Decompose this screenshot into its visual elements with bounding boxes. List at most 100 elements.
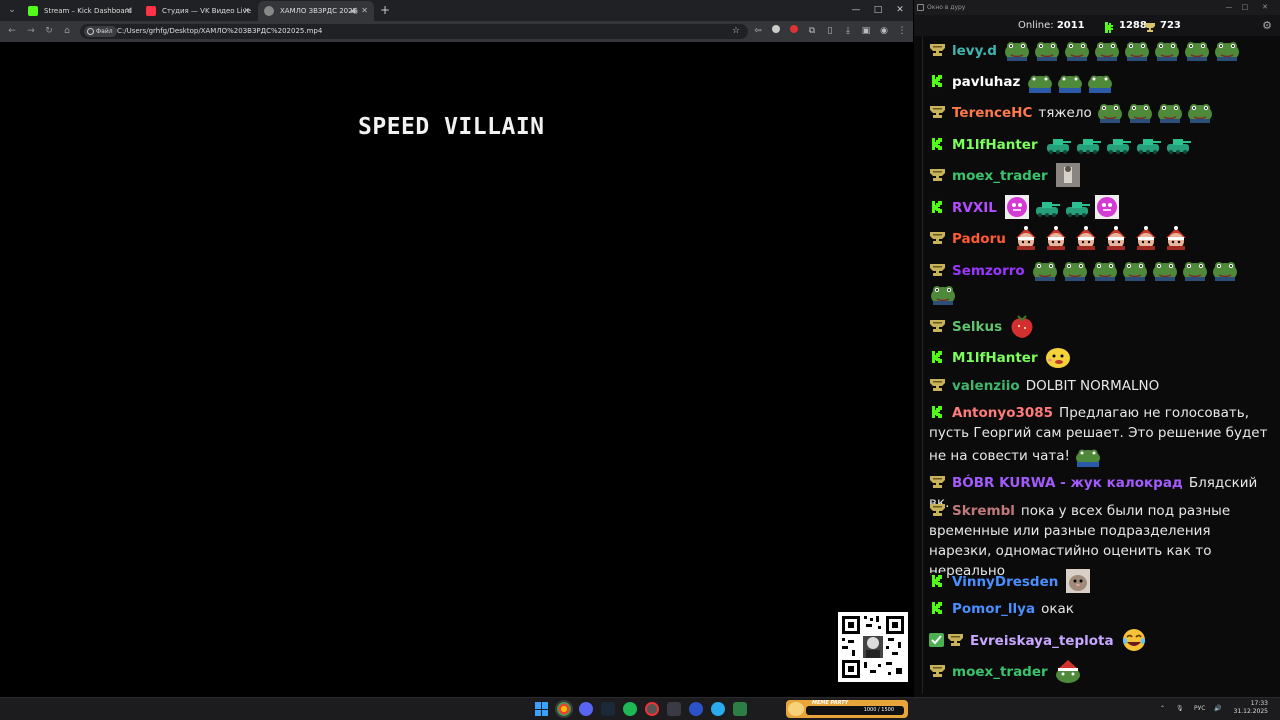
- chat-username[interactable]: VinnyDresden: [952, 574, 1058, 590]
- trovo-badge-icon: [929, 377, 946, 393]
- kick-icon: [1105, 20, 1115, 33]
- address-bar[interactable]: Файл C:/Users/grhfg/Desktop/ХАМЛО%20ЗВЗР…: [80, 24, 748, 39]
- taskbar: MEME PARTY 1000 / 1500 ⌃ 🎙 РУС 🔊 17:33 3…: [0, 697, 1280, 720]
- maximize-icon[interactable]: □: [868, 2, 888, 18]
- tank-emote-icon: [1164, 132, 1192, 156]
- tray-chevron-icon[interactable]: ⌃: [1160, 698, 1165, 720]
- chat-message-list[interactable]: levy.d pavluhaz TerenceHC тяжело M1lfHanter…: [922, 36, 1276, 694]
- chrome-taskbar-icon[interactable]: [555, 700, 573, 718]
- clock[interactable]: 17:33 31.12.2025: [1234, 700, 1268, 716]
- tab-vk-studio[interactable]: Студия — VK Видео Live ✕: [140, 1, 256, 21]
- chat-message[interactable]: Pomor_llya окак: [929, 599, 1269, 621]
- tab-kick-dashboard[interactable]: Stream – Kick Dashboard ✕: [22, 1, 138, 21]
- steam-taskbar-icon[interactable]: [601, 702, 615, 716]
- chat-message[interactable]: levy.d: [929, 38, 1269, 64]
- mixed-emote-icon: [1063, 195, 1091, 219]
- chat-username[interactable]: moex_trader: [952, 664, 1048, 680]
- extensions-icon[interactable]: ⧉: [806, 25, 818, 37]
- frog-emote-icon: [1063, 38, 1091, 62]
- close-window-icon[interactable]: ✕: [1258, 0, 1272, 15]
- chat-username[interactable]: Antonyo3085: [952, 405, 1053, 421]
- chat-message[interactable]: Semzorro: [929, 258, 1269, 310]
- start-button[interactable]: [535, 702, 549, 716]
- chat-message[interactable]: TerenceHC тяжело: [929, 100, 1269, 126]
- chat-username[interactable]: Skrembl: [952, 503, 1015, 519]
- kick-badge-icon: [929, 73, 946, 89]
- minimize-icon[interactable]: —: [1222, 0, 1236, 15]
- cat-icon: [788, 702, 804, 716]
- chat-username[interactable]: Selkus: [952, 319, 1002, 335]
- forward-icon[interactable]: →: [24, 24, 38, 38]
- chat-message[interactable]: VinnyDresden: [929, 569, 1269, 595]
- extension-circle-icon[interactable]: [770, 25, 782, 37]
- close-window-icon[interactable]: ✕: [890, 2, 910, 18]
- frog-emote-icon: [1213, 38, 1241, 62]
- minimize-icon[interactable]: —: [846, 2, 866, 18]
- chat-message[interactable]: Selkus: [929, 314, 1269, 340]
- chat-titlebar: Окно в дуру — □ ✕: [914, 0, 1280, 15]
- obs-taskbar-icon[interactable]: [667, 702, 681, 716]
- close-icon[interactable]: ✕: [361, 1, 368, 21]
- chat-username[interactable]: M1lfHanter: [952, 137, 1038, 153]
- chat-username[interactable]: TerenceHC: [952, 105, 1032, 121]
- download-icon[interactable]: ⤓: [842, 25, 854, 37]
- settings-gear-icon[interactable]: ⚙: [1262, 15, 1272, 36]
- reload-icon[interactable]: ↻: [42, 24, 56, 38]
- maximize-icon[interactable]: □: [1238, 0, 1252, 15]
- audio-playing-icon[interactable]: ◀): [350, 1, 358, 21]
- tab-video-file[interactable]: ХАМЛО ЗВЗРДС 2025.mp4 ◀) ✕: [258, 1, 374, 21]
- frog-emote-icon: [1153, 38, 1181, 62]
- file-chip[interactable]: Файл: [84, 26, 117, 37]
- discord-taskbar-icon[interactable]: [579, 702, 593, 716]
- volume-icon[interactable]: 🔊: [1214, 698, 1221, 720]
- chat-username[interactable]: moex_trader: [952, 168, 1048, 184]
- spotify-taskbar-icon[interactable]: [623, 702, 637, 716]
- frog-emote-icon: [1126, 100, 1154, 124]
- bookmark-star-icon[interactable]: ☆: [732, 24, 740, 39]
- chat-message[interactable]: moex_trader: [929, 163, 1269, 189]
- new-tab-button[interactable]: +: [380, 2, 390, 18]
- back-icon[interactable]: ←: [5, 24, 19, 38]
- chat-message[interactable]: pavluhaz: [929, 69, 1269, 95]
- mic-icon[interactable]: 🎙: [1176, 698, 1184, 720]
- home-icon[interactable]: ⌂: [60, 24, 74, 38]
- profile-icon[interactable]: ◉: [878, 25, 890, 37]
- sidepanel-icon[interactable]: ▯: [824, 25, 836, 37]
- chat-message[interactable]: RVXIL: [929, 195, 1269, 221]
- tab-groups-icon[interactable]: ▣: [860, 25, 872, 37]
- close-icon[interactable]: ✕: [243, 1, 250, 21]
- chat-message[interactable]: M1lfHanter: [929, 132, 1269, 158]
- cast-icon[interactable]: ⇦: [752, 25, 764, 37]
- chat-username[interactable]: M1lfHanter: [952, 350, 1038, 366]
- chat-message[interactable]: Antonyo3085 Предлагаю не голосовать, пуст…: [929, 403, 1269, 467]
- chat-message[interactable]: M1lfHanter: [929, 345, 1269, 371]
- chat-username[interactable]: RVXIL: [952, 200, 997, 216]
- kick-badge-icon: [929, 600, 946, 616]
- tab-search-icon[interactable]: ⌄: [4, 3, 20, 18]
- chat-username[interactable]: Semzorro: [952, 263, 1025, 279]
- excel-taskbar-icon[interactable]: [733, 702, 747, 716]
- app-taskbar-icon[interactable]: [645, 702, 659, 716]
- video-player[interactable]: SPEED VILLAIN: [0, 42, 913, 697]
- chat-username[interactable]: Pomor_llya: [952, 601, 1035, 617]
- language-indicator[interactable]: РУС: [1194, 698, 1205, 720]
- browser-toolbar: ← → ↻ ⌂ Файл C:/Users/grhfg/Desktop/ХАМЛ…: [0, 21, 913, 42]
- chat-username[interactable]: valenziio: [952, 378, 1020, 394]
- trovo-badge-icon: [929, 42, 946, 58]
- chat-message[interactable]: Padoru: [929, 226, 1269, 252]
- qr-code: [838, 612, 908, 682]
- telegram-taskbar-icon[interactable]: [711, 702, 725, 716]
- player-taskbar-icon[interactable]: [689, 702, 703, 716]
- chat-username[interactable]: Padoru: [952, 231, 1006, 247]
- adblock-icon[interactable]: [788, 25, 800, 37]
- chat-username[interactable]: Evreiskaya_teplota: [970, 633, 1114, 649]
- chat-username[interactable]: levy.d: [952, 43, 997, 59]
- chat-message[interactable]: valenziio DOLBIT NORMALNO: [929, 376, 1269, 398]
- chat-message[interactable]: moex_trader: [929, 659, 1269, 685]
- menu-icon[interactable]: ⋮: [896, 25, 908, 37]
- chat-username[interactable]: pavluhaz: [952, 74, 1020, 90]
- close-icon[interactable]: ✕: [125, 1, 132, 21]
- chat-message[interactable]: Evreiskaya_teplota: [929, 628, 1269, 654]
- chat-username[interactable]: BÓBR KURWA - жук калокрад: [952, 475, 1183, 491]
- url-text[interactable]: C:/Users/grhfg/Desktop/ХАМЛО%20ЗВЗРДС%20…: [117, 24, 322, 39]
